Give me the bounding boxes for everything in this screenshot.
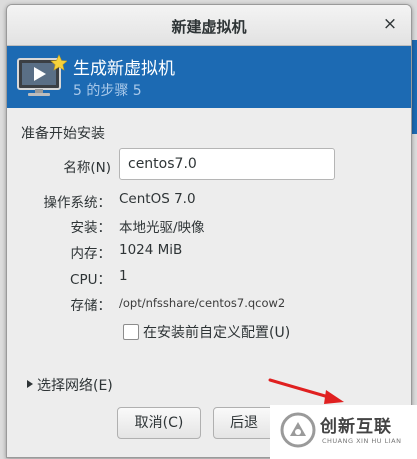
storage-value: /opt/nfsshare/centos7.qcow2	[119, 296, 286, 310]
title-bar[interactable]: 新建虚拟机 ×	[7, 5, 411, 46]
customize-label: 在安装前自定义配置(U)	[143, 325, 291, 341]
wizard-heading: 生成新虚拟机	[73, 59, 175, 79]
annotation-arrow-icon	[268, 378, 344, 404]
watermark-subtitle: CHUANG XIN HU LIAN	[322, 437, 402, 445]
section-title: 准备开始安装	[21, 126, 105, 142]
cpu-value: 1	[119, 268, 128, 284]
wizard-step-indicator: 5 的步骤 5	[73, 83, 142, 99]
cancel-button[interactable]: 取消(C)	[117, 407, 201, 439]
watermark: 创新互联 CHUANG XIN HU LIAN	[270, 405, 417, 459]
dialog-title: 新建虚拟机	[171, 18, 247, 36]
close-icon: ×	[382, 14, 398, 34]
os-value: CentOS 7.0	[119, 191, 196, 207]
brand-logo-icon	[280, 412, 316, 448]
customize-checkbox[interactable]	[123, 324, 139, 340]
name-label: 名称(N)	[63, 160, 111, 176]
os-label: 操作系统：	[43, 195, 112, 211]
install-label: 安装：	[70, 220, 112, 236]
new-vm-dialog: 新建虚拟机 × 生成新虚拟机 5 的步骤 5 准备开始安装 名称(N) cent…	[6, 4, 412, 458]
close-button[interactable]: ×	[381, 15, 399, 33]
cpu-label: CPU：	[70, 272, 111, 288]
monitor-with-star-icon	[17, 54, 67, 96]
storage-label: 存储：	[70, 298, 112, 314]
install-value: 本地光驱/映像	[119, 220, 205, 236]
wizard-banner: 生成新虚拟机 5 的步骤 5	[7, 46, 411, 108]
expander-triangle-icon	[27, 380, 33, 388]
watermark-brand: 创新互联	[320, 417, 392, 437]
network-expander-label: 选择网络(E)	[37, 378, 113, 394]
memory-label: 内存：	[70, 246, 112, 262]
name-input[interactable]: centos7.0	[119, 148, 335, 180]
memory-value: 1024 MiB	[119, 242, 183, 258]
